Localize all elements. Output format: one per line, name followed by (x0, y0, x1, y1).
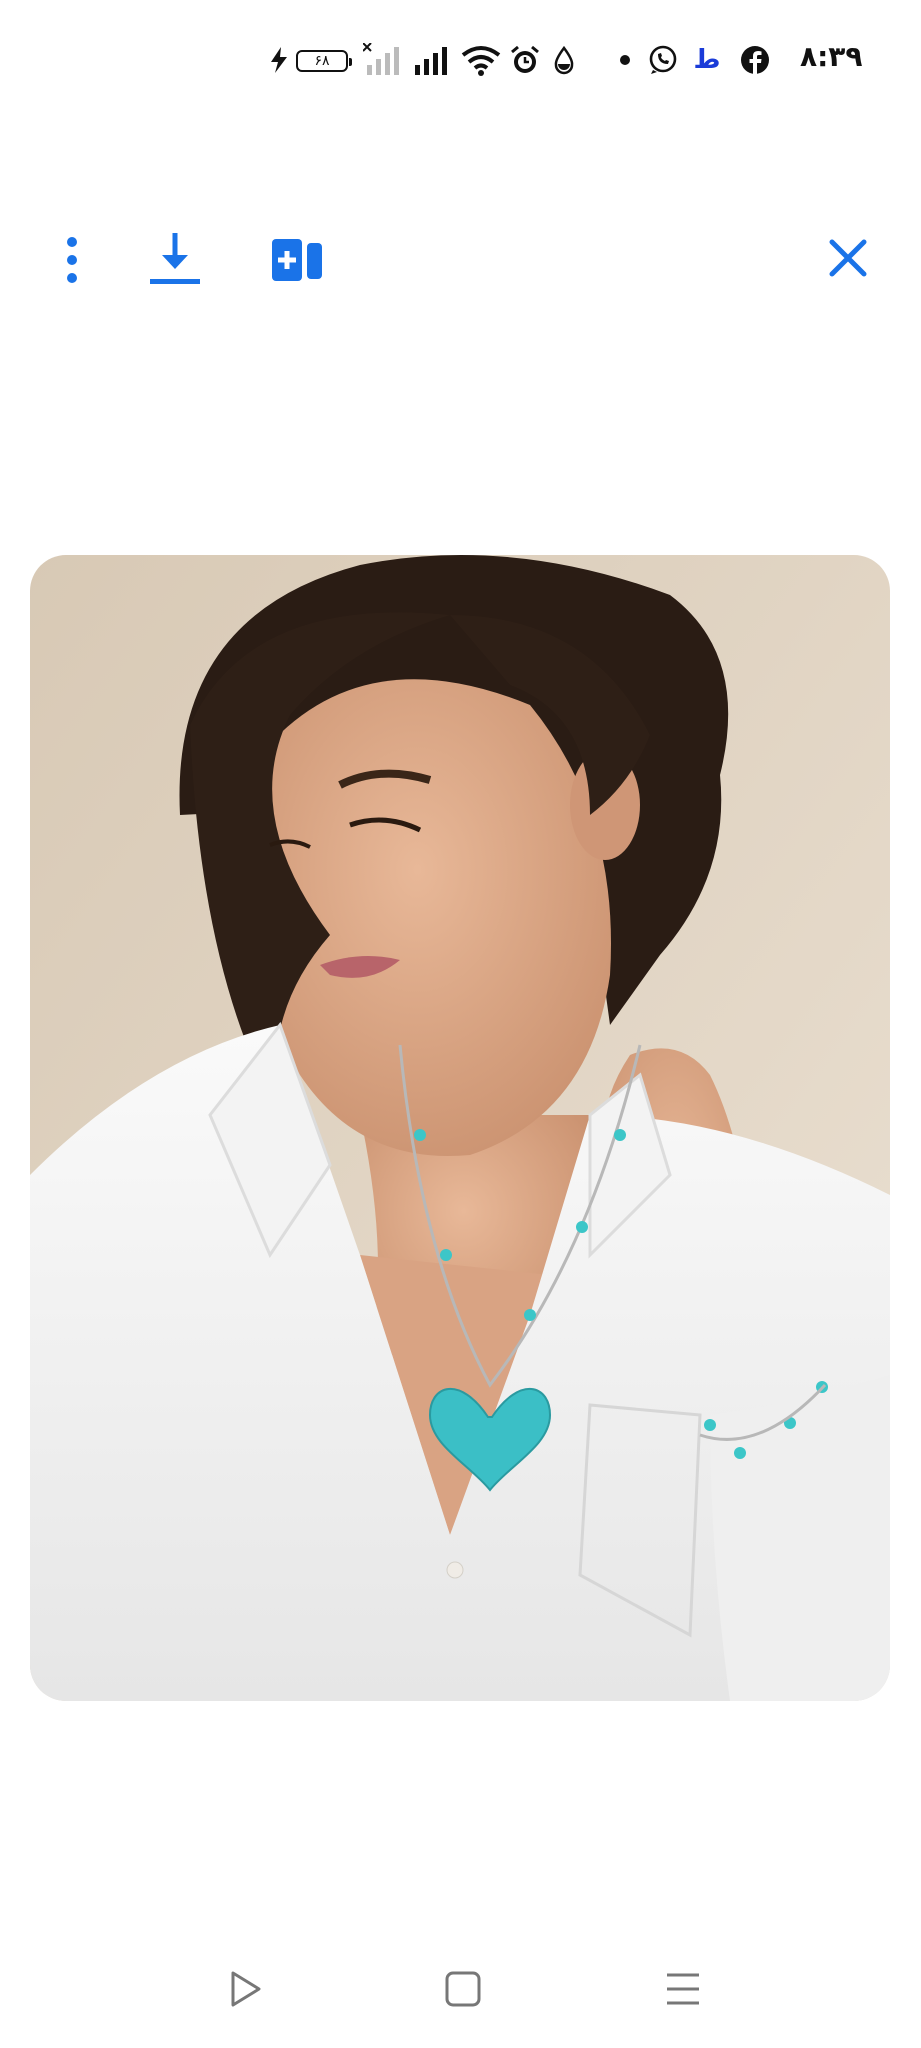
more-vert-icon (67, 237, 77, 283)
navigation-bar (0, 1940, 921, 2048)
flash-icon (266, 42, 292, 78)
status-bar: ۶۸ ط ۸:۳۹ (0, 0, 921, 120)
whatsapp-icon (645, 42, 681, 78)
recents-button[interactable] (648, 1954, 718, 2024)
battery-icon: ۶۸ (296, 50, 352, 72)
close-button[interactable] (816, 226, 880, 290)
download-icon (150, 233, 200, 284)
clock: ۸:۳۹ (800, 40, 863, 73)
back-button[interactable] (210, 1954, 280, 2024)
drop-icon (550, 42, 578, 78)
signal-icon (410, 42, 452, 78)
wifi-icon (460, 42, 502, 78)
home-button[interactable] (428, 1954, 498, 2024)
download-button[interactable] (140, 224, 210, 294)
alarm-icon (508, 42, 542, 78)
image-viewer-toolbar (0, 220, 921, 300)
battery-level: ۶۸ (314, 53, 330, 69)
bank-app-icon: ط (690, 42, 724, 78)
portrait-photo (30, 555, 890, 1701)
more-options-button[interactable] (44, 230, 100, 290)
close-icon (829, 239, 867, 277)
add-to-collection-icon (272, 239, 322, 281)
add-to-collection-button[interactable] (262, 230, 332, 290)
no-signal-icon (362, 42, 404, 78)
facebook-icon (737, 42, 773, 78)
notification-letter: ط (693, 45, 721, 75)
recents-menu-icon (667, 1973, 699, 2005)
portrait-image[interactable] (30, 555, 890, 1701)
home-square-icon (445, 1971, 481, 2007)
dot-icon (615, 42, 635, 78)
back-triangle-icon (231, 1971, 261, 2007)
